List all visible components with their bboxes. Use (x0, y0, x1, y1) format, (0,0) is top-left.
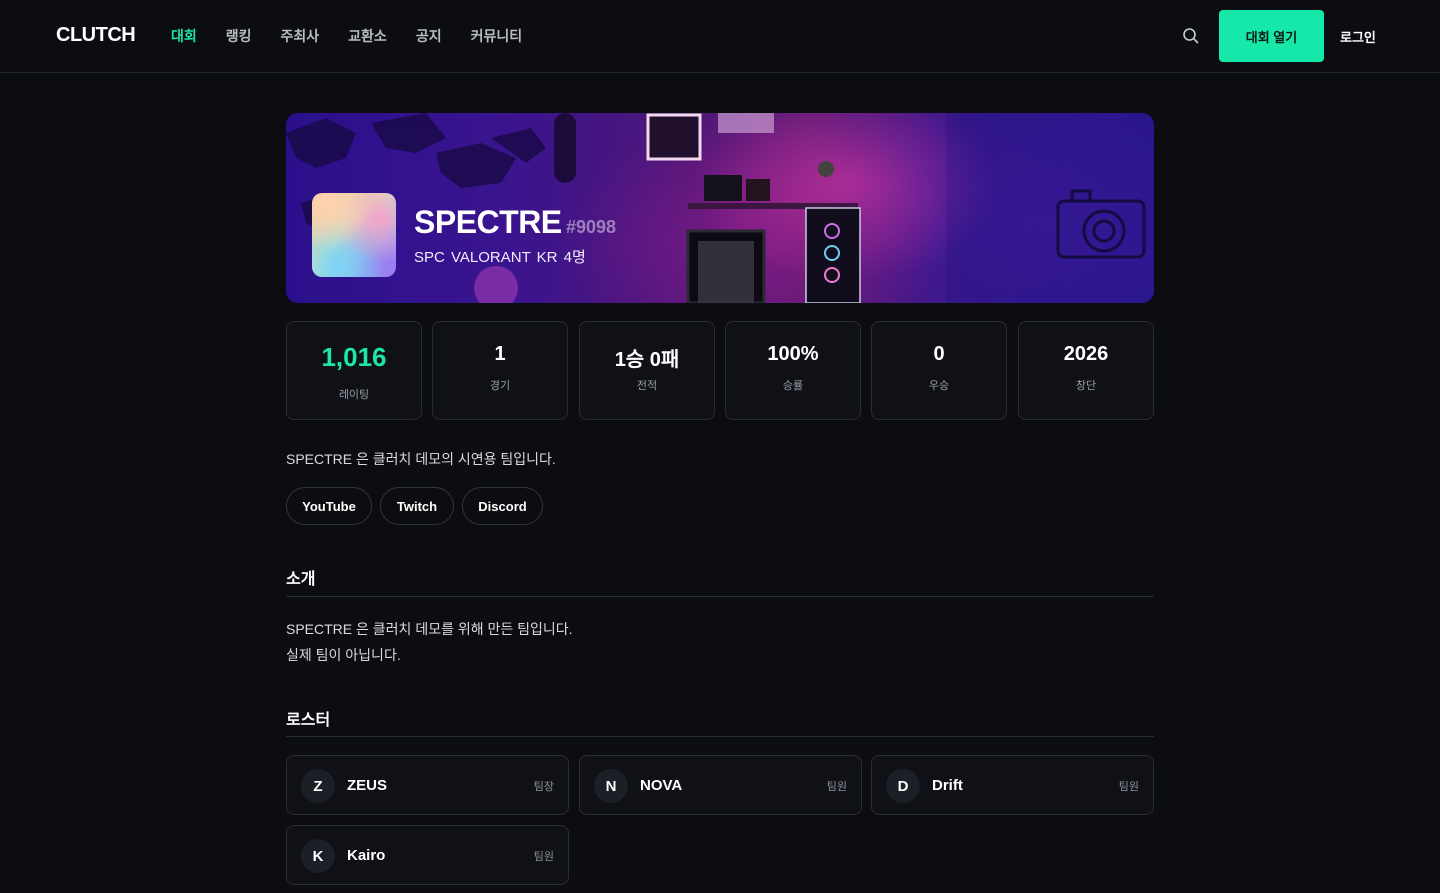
stat-value: 1승 0패 (614, 349, 680, 371)
main-menu: 대회 랭킹 주최사 교환소 공지 커뮤니티 (171, 26, 551, 46)
team-description: SPECTRE 은 클러치 데모의 시연용 팀입니다. (286, 451, 556, 467)
stat-label: 승률 (782, 380, 804, 392)
stat-card-championships: 0 우승 (871, 321, 1007, 420)
menu-item-organizers[interactable]: 주최사 (281, 26, 320, 46)
team-meta: SPC VALORANT KR 4명 (414, 249, 586, 266)
menu-item-notices[interactable]: 공지 (416, 26, 442, 46)
stat-label: 레이팅 (338, 389, 370, 401)
stat-card-winrate: 100% 승률 (725, 321, 861, 420)
member-name: ZEUS (347, 777, 388, 794)
member-role: 팀원 (533, 851, 554, 863)
member-role: 팀장 (533, 781, 554, 793)
roster-member-card[interactable]: Z ZEUS 팀장 (286, 755, 569, 815)
member-role: 팀원 (826, 781, 847, 793)
team-name: SPECTRE (414, 204, 562, 240)
stat-value: 1 (494, 343, 506, 365)
stat-card-matches: 1 경기 (432, 321, 568, 420)
menu-item-exchange[interactable]: 교환소 (348, 26, 387, 46)
avatar: D (886, 769, 920, 803)
member-name: Drift (932, 777, 963, 794)
avatar: N (594, 769, 628, 803)
twitch-link[interactable]: Twitch (380, 487, 454, 525)
roster-member-card[interactable]: K Kairo 팀원 (286, 825, 569, 885)
avatar: Z (301, 769, 335, 803)
intro-divider (286, 596, 1154, 597)
site-logo[interactable]: CLUTCH (56, 24, 136, 47)
top-nav: CLUTCH 대회 랭킹 주최사 교환소 공지 커뮤니티 대회 열기 로그인 (0, 0, 1440, 73)
intro-heading: 소개 (286, 571, 316, 588)
stat-card-rating: 1,016 레이팅 (286, 321, 422, 420)
stat-card-founded: 2026 창단 (1018, 321, 1154, 420)
discord-link[interactable]: Discord (462, 487, 543, 525)
stat-value: 2026 (1063, 343, 1109, 365)
youtube-link[interactable]: YouTube (286, 487, 372, 525)
roster-member-card[interactable]: D Drift 팀원 (871, 755, 1154, 815)
intro-line: 실제 팀이 아닙니다. (286, 647, 401, 663)
menu-item-ranking[interactable]: 랭킹 (226, 26, 252, 46)
login-link[interactable]: 로그인 (1340, 27, 1376, 46)
stat-label: 경기 (489, 380, 511, 392)
team-banner: SPECTRE #9098 SPC VALORANT KR 4명 (286, 113, 1154, 303)
team-tag: #9098 (566, 217, 617, 237)
stat-label: 창단 (1075, 380, 1097, 392)
stat-value: 0 (933, 343, 945, 365)
intro-line: SPECTRE 은 클러치 데모를 위해 만든 팀입니다. (286, 621, 573, 637)
roster-divider (286, 736, 1154, 737)
stat-value: 100% (767, 343, 819, 365)
member-name: NOVA (640, 777, 683, 794)
roster-member-card[interactable]: N NOVA 팀원 (579, 755, 862, 815)
stat-value: 1,016 (321, 342, 387, 372)
stat-card-record: 1승 0패 전적 (579, 321, 715, 420)
roster-heading: 로스터 (286, 712, 331, 729)
avatar: K (301, 839, 335, 873)
member-role: 팀원 (1118, 781, 1139, 793)
team-logo (312, 193, 396, 277)
stat-label: 우승 (928, 380, 950, 392)
member-name: Kairo (347, 847, 386, 864)
search-icon[interactable] (1182, 27, 1200, 45)
menu-item-community[interactable]: 커뮤니티 (471, 26, 523, 46)
menu-item-tournaments[interactable]: 대회 (171, 26, 197, 46)
host-tournament-button[interactable]: 대회 열기 (1219, 10, 1324, 62)
stat-label: 전적 (636, 380, 658, 392)
